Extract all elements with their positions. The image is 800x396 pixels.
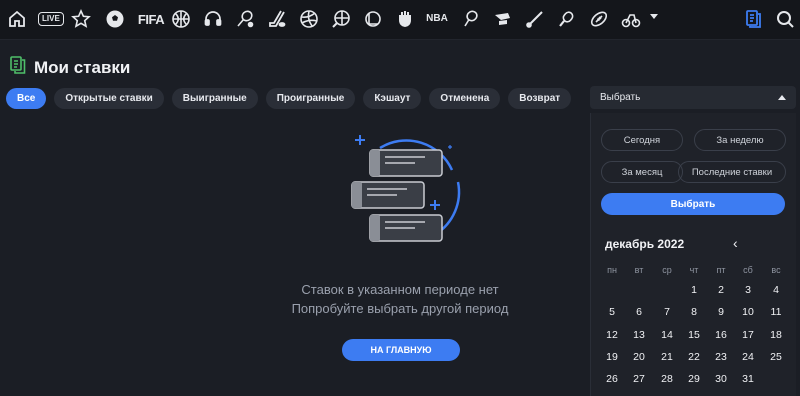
calendar-day[interactable]: 3 — [735, 284, 761, 296]
filter-open[interactable]: Открытые ставки — [54, 88, 164, 109]
calendar-day[interactable]: 31 — [735, 373, 761, 385]
hockey-icon[interactable] — [266, 8, 288, 30]
fifa-label: FIFA — [137, 11, 165, 27]
calendar-day[interactable]: 19 — [599, 351, 625, 363]
preset-today[interactable]: Сегодня — [601, 129, 683, 151]
weekday-label: сб — [743, 265, 753, 275]
calendar-day[interactable]: 1 — [681, 284, 707, 296]
bets-icon — [10, 56, 26, 79]
empty-bets-illustration — [340, 130, 470, 250]
mortal-kombat-icon[interactable] — [394, 8, 416, 30]
calendar-day[interactable]: 17 — [735, 329, 761, 341]
calendar-day[interactable]: 9 — [708, 306, 734, 318]
nba2k-icon[interactable]: NBA — [424, 8, 450, 30]
weekday-label: вт — [634, 265, 644, 275]
calendar-day[interactable]: 30 — [708, 373, 734, 385]
calendar-day[interactable]: 21 — [654, 351, 680, 363]
preset-last-bets[interactable]: Последние ставки — [678, 161, 786, 183]
period-select-label: Выбрать — [600, 92, 641, 103]
page-header: Мои ставки — [10, 56, 130, 79]
filter-cashout[interactable]: Кэшаут — [363, 88, 422, 109]
filter-won[interactable]: Выигранные — [171, 88, 258, 109]
cyber-basketball-icon[interactable] — [330, 8, 352, 30]
calendar-day[interactable]: 13 — [626, 329, 652, 341]
esports-headset-icon[interactable] — [202, 8, 224, 30]
star-icon[interactable] — [70, 8, 92, 30]
preset-month[interactable]: За месяц — [601, 161, 683, 183]
calendar-day[interactable]: 27 — [626, 373, 652, 385]
weekday-label: вс — [771, 265, 781, 275]
home-icon[interactable] — [6, 8, 28, 30]
calendar-day[interactable]: 25 — [763, 351, 789, 363]
calendar-day[interactable]: 23 — [708, 351, 734, 363]
calendar-day[interactable]: 26 — [599, 373, 625, 385]
volleyball-icon[interactable] — [298, 8, 320, 30]
calendar-day[interactable]: 16 — [708, 329, 734, 341]
football-icon[interactable] — [104, 8, 126, 30]
weekday-label: ср — [662, 265, 672, 275]
more-sports-chevron-icon[interactable] — [650, 14, 658, 19]
lol-icon[interactable] — [362, 8, 384, 30]
calendar-month: декабрь 2022 — [605, 237, 685, 251]
calendar-day[interactable]: 11 — [763, 306, 789, 318]
filter-all[interactable]: Все — [6, 88, 47, 109]
calendar-day[interactable]: 29 — [681, 373, 707, 385]
filter-lost[interactable]: Проигранные — [265, 88, 356, 109]
chevron-up-icon — [778, 95, 786, 100]
calendar-day[interactable]: 2 — [708, 284, 734, 296]
weekday-label: чт — [689, 265, 699, 275]
date-picker-panel: Сегодня За неделю За месяц Последние ста… — [590, 113, 796, 396]
apply-period-button[interactable]: Выбрать — [601, 193, 785, 215]
weekday-label: пт — [716, 265, 726, 275]
american-football-icon[interactable] — [588, 8, 610, 30]
period-select[interactable]: Выбрать — [590, 86, 796, 109]
nba-label: NBA — [426, 13, 448, 24]
calendar-day[interactable]: 10 — [735, 306, 761, 318]
table-tennis-icon[interactable] — [556, 8, 578, 30]
calendar-day[interactable]: 28 — [654, 373, 680, 385]
my-bets-icon[interactable] — [742, 8, 764, 30]
tennis-icon[interactable] — [234, 8, 256, 30]
preset-week[interactable]: За неделю — [694, 129, 786, 151]
calendar-day[interactable]: 22 — [681, 351, 707, 363]
cycling-icon[interactable] — [620, 8, 642, 30]
empty-state-hint: Попробуйте выбрать другой период — [291, 301, 509, 316]
basketball-icon[interactable] — [170, 8, 192, 30]
calendar-day[interactable]: 14 — [654, 329, 680, 341]
calendar-day[interactable]: 8 — [681, 306, 707, 318]
cyber-hockey-icon[interactable] — [492, 8, 514, 30]
calendar-day[interactable]: 15 — [681, 329, 707, 341]
baseball-icon[interactable] — [524, 8, 546, 30]
filter-refund[interactable]: Возврат — [508, 88, 572, 109]
fifa-icon[interactable]: FIFA — [137, 8, 165, 30]
bet-filter-tabs: Все Открытые ставки Выигранные Проигранн… — [6, 88, 572, 109]
calendar-day[interactable]: 18 — [763, 329, 789, 341]
empty-state-message: Ставок в указанном периоде нет — [301, 282, 499, 297]
calendar-day[interactable]: 24 — [735, 351, 761, 363]
live-badge[interactable]: LIVE — [38, 12, 64, 26]
prev-month-icon[interactable]: ‹ — [733, 235, 738, 251]
go-home-button[interactable]: НА ГЛАВНУЮ — [342, 339, 460, 361]
filter-cancelled[interactable]: Отменена — [429, 88, 501, 109]
top-navigation: LIVE FIFA NBA — [0, 0, 800, 40]
calendar-day[interactable]: 12 — [599, 329, 625, 341]
calendar-day[interactable]: 6 — [626, 306, 652, 318]
calendar-day[interactable]: 5 — [599, 306, 625, 318]
calendar-day[interactable]: 4 — [763, 284, 789, 296]
calendar-day[interactable]: 20 — [626, 351, 652, 363]
calendar-day[interactable]: 7 — [654, 306, 680, 318]
search-icon[interactable] — [774, 8, 796, 30]
cyber-tennis-icon[interactable] — [460, 8, 482, 30]
weekday-label: пн — [607, 265, 617, 275]
page-title: Мои ставки — [34, 57, 131, 77]
